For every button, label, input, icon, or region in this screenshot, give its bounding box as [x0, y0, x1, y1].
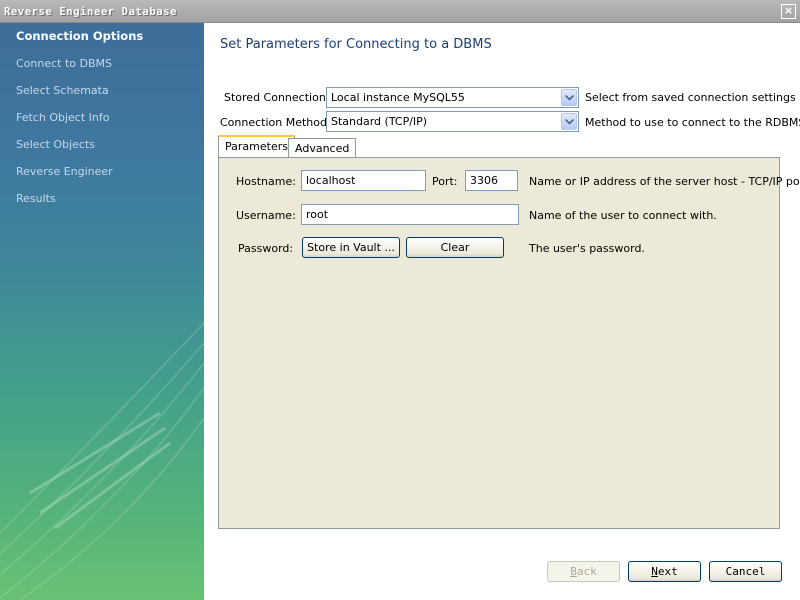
window-title: Reverse Engineer Database — [4, 6, 178, 18]
username-input[interactable]: root — [301, 204, 519, 225]
hostname-label: Hostname: — [236, 175, 296, 188]
close-icon: × — [783, 4, 794, 17]
connection-method-label: Connection Method: — [220, 116, 331, 129]
back-accelerator: B — [570, 565, 577, 578]
sidebar-item-results: Results — [16, 192, 56, 205]
store-in-vault-button[interactable]: Store in Vault ... — [302, 237, 400, 258]
next-accelerator: N — [651, 565, 658, 578]
connection-method-select[interactable]: Standard (TCP/IP) — [326, 111, 579, 132]
password-hint: The user's password. — [529, 242, 645, 255]
connection-method-hint: Method to use to connect to the RDBMS — [585, 116, 800, 129]
connection-method-value: Standard (TCP/IP) — [331, 115, 428, 128]
stored-connection-select[interactable]: Local instance MySQL55 — [326, 87, 579, 108]
hostname-input[interactable]: localhost — [301, 170, 426, 191]
tab-advanced[interactable]: Advanced — [288, 138, 357, 157]
username-label: Username: — [236, 209, 296, 222]
stored-connection-label: Stored Connection: — [224, 91, 330, 104]
stored-connection-value: Local instance MySQL55 — [331, 91, 465, 104]
sidebar-decoration — [0, 322, 204, 600]
chevron-down-icon[interactable] — [561, 113, 577, 130]
chevron-down-icon[interactable] — [561, 89, 577, 106]
next-label-rest: ext — [657, 565, 678, 578]
sidebar-item-select-objects: Select Objects — [16, 138, 95, 151]
username-hint: Name of the user to connect with. — [529, 209, 717, 222]
back-button[interactable]: Back — [547, 561, 620, 582]
next-button[interactable]: Next — [628, 561, 701, 582]
close-button[interactable]: × — [781, 4, 796, 19]
hostname-hint: Name or IP address of the server host - … — [529, 175, 800, 188]
back-label-rest: ack — [576, 565, 597, 578]
sidebar-item-select-schemata: Select Schemata — [16, 84, 109, 97]
title-bar: Reverse Engineer Database × — [0, 0, 800, 23]
parameters-panel: Hostname: localhost Port: 3306 Name or I… — [218, 157, 800, 529]
sidebar-item-connect-to-dbms: Connect to DBMS — [16, 57, 113, 70]
sidebar-item-fetch-object-info: Fetch Object Info — [16, 111, 110, 124]
sidebar-item-connection-options: Connection Options — [16, 29, 144, 43]
cancel-button[interactable]: Cancel — [709, 561, 782, 582]
port-input[interactable]: 3306 — [465, 170, 518, 191]
port-label: Port: — [432, 175, 458, 188]
stored-connection-hint: Select from saved connection settings — [585, 91, 796, 104]
page-title: Set Parameters for Connecting to a DBMS — [220, 37, 492, 52]
clear-password-button[interactable]: Clear — [406, 237, 504, 258]
password-label: Password: — [238, 242, 294, 255]
main-content: Set Parameters for Connecting to a DBMS … — [204, 23, 800, 600]
wizard-sidebar: Connection Options Connect to DBMS Selec… — [0, 23, 204, 600]
sidebar-item-reverse-engineer: Reverse Engineer — [16, 165, 113, 178]
tab-parameters[interactable]: Parameters — [218, 135, 295, 157]
